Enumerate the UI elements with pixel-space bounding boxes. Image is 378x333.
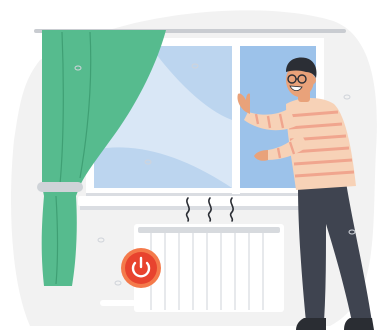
radiator-pipe <box>100 300 136 306</box>
window-sill-shadow <box>80 206 332 210</box>
man-shoe-right <box>344 318 374 330</box>
power-button[interactable] <box>121 248 161 288</box>
window-mullion <box>232 40 240 194</box>
curtain-tieback <box>37 182 83 192</box>
illustration-scene <box>11 10 377 330</box>
man-ear <box>310 76 316 84</box>
radiator-top-bar <box>138 227 280 233</box>
window-sill <box>78 196 334 206</box>
